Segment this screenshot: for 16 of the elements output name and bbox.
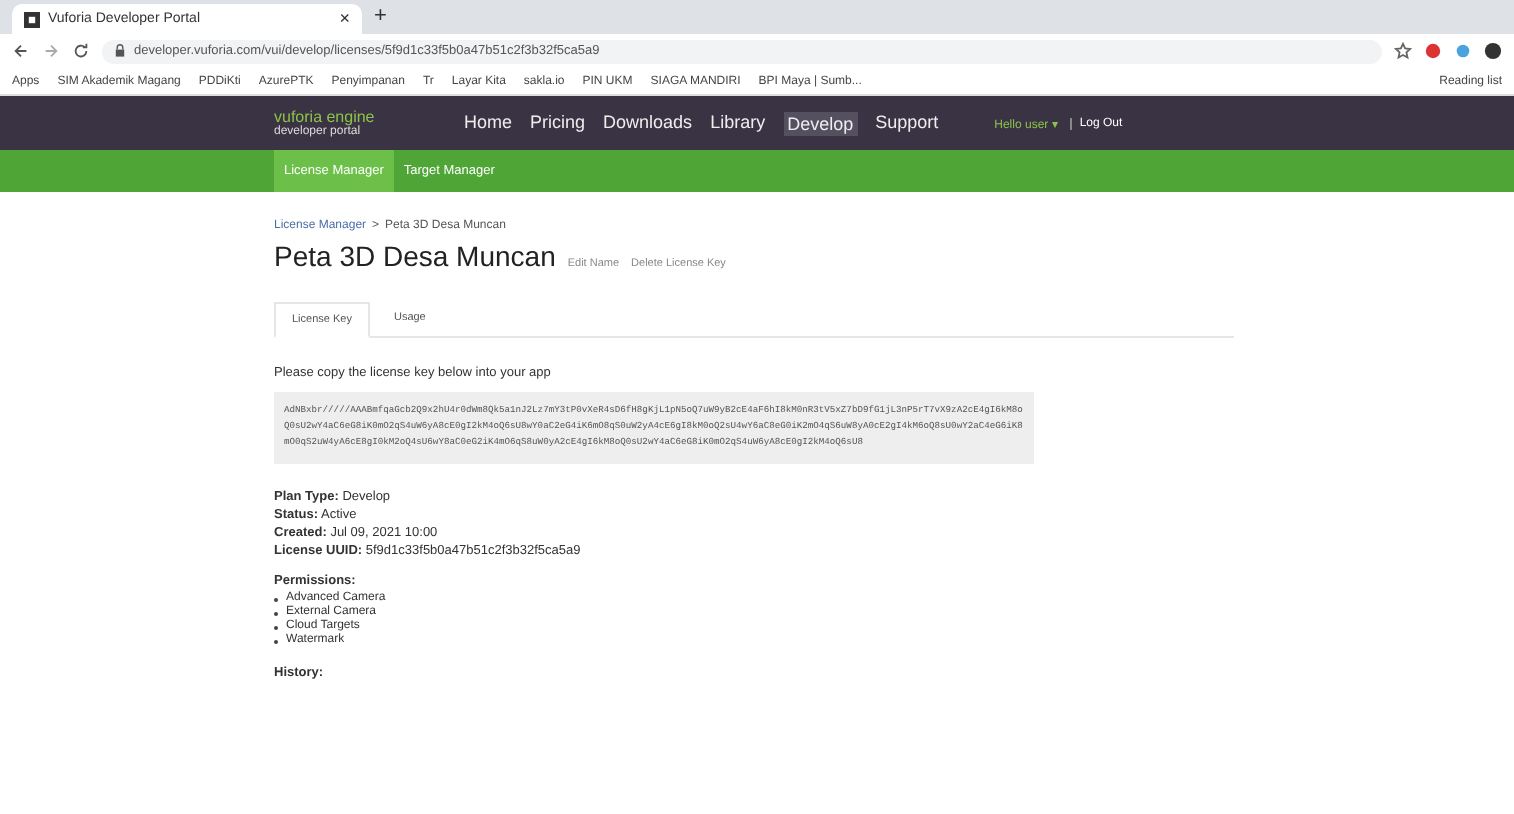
close-tab-button[interactable]: × [339, 10, 350, 28]
nav-link[interactable]: Library [710, 111, 766, 135]
nav-link[interactable]: Develop [783, 111, 858, 135]
nav-link[interactable]: Home [464, 111, 513, 135]
nav-link[interactable]: Pricing [530, 111, 586, 135]
lock-icon [114, 44, 126, 58]
page-title: Peta 3D Desa Muncan [274, 240, 556, 272]
star-icon[interactable] [1394, 42, 1412, 60]
avatar-icon[interactable] [1484, 42, 1502, 60]
site-icon [24, 11, 40, 27]
nav-link[interactable]: Support [875, 111, 939, 135]
reload-icon[interactable] [72, 42, 90, 60]
logo-text[interactable]: vuforia engine [274, 109, 464, 125]
nav-link[interactable]: Downloads [603, 111, 693, 135]
new-tab-button[interactable]: + [374, 6, 387, 28]
back-icon[interactable] [12, 42, 30, 60]
